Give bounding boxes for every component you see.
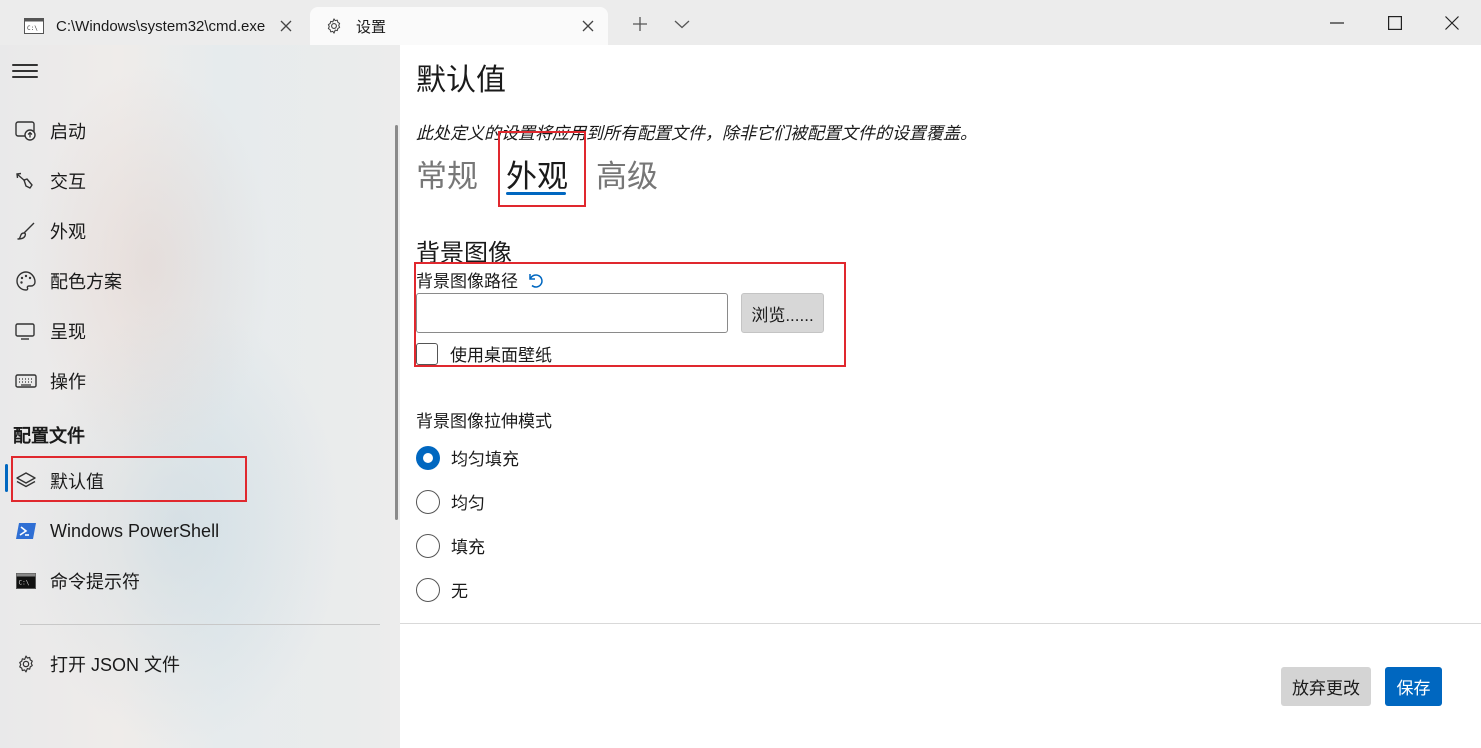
- close-icon[interactable]: [276, 16, 296, 36]
- hamburger-menu-icon[interactable]: [12, 61, 38, 81]
- sidebar-item-label: 命令提示符: [50, 572, 140, 592]
- sidebar-item-label: 打开 JSON 文件: [50, 655, 181, 675]
- use-desktop-wallpaper-row[interactable]: 使用桌面壁纸: [416, 341, 552, 366]
- sidebar-scrollbar[interactable]: [395, 125, 398, 520]
- stretch-mode-label: 背景图像拉伸模式: [416, 412, 552, 431]
- sidebar-item-startup[interactable]: 启动: [8, 111, 388, 151]
- radio-none[interactable]: 无: [416, 577, 468, 602]
- sidebar-item-label: 外观: [50, 222, 86, 242]
- tab-cmd[interactable]: C:\ C:\Windows\system32\cmd.exe: [8, 7, 306, 45]
- field-label-text: 背景图像路径: [416, 272, 518, 291]
- minimize-icon: [1330, 21, 1344, 24]
- new-tab-button[interactable]: [622, 8, 658, 40]
- gear-icon: [324, 17, 344, 35]
- monitor-icon: [14, 319, 38, 343]
- radio-button[interactable]: [416, 577, 440, 602]
- maximize-icon: [1388, 15, 1402, 30]
- palette-icon: [14, 269, 38, 293]
- background-image-path-input[interactable]: [416, 293, 728, 333]
- sidebar-item-actions[interactable]: 操作: [8, 361, 388, 401]
- page-description: 此处定义的设置将应用到所有配置文件，除非它们被配置文件的设置覆盖。: [416, 124, 977, 143]
- maximize-button[interactable]: [1366, 0, 1424, 45]
- radio-label: 均匀填充: [451, 450, 519, 469]
- plus-icon: [633, 17, 647, 31]
- cmd-icon: C:\: [14, 569, 38, 593]
- sidebar-item-command-prompt[interactable]: C:\ 命令提示符: [8, 561, 388, 601]
- sidebar-item-label: Windows PowerShell: [50, 520, 220, 541]
- radio-fill[interactable]: 填充: [416, 533, 485, 558]
- sidebar-item-interaction[interactable]: 交互: [8, 161, 388, 201]
- active-tab-indicator: [506, 192, 566, 195]
- background-image-path-label: 背景图像路径: [416, 267, 544, 292]
- sidebar-item-color-schemes[interactable]: 配色方案: [8, 261, 388, 301]
- tab-general[interactable]: 常规: [416, 151, 478, 196]
- tab-title: 设置: [356, 18, 387, 36]
- radio-uniform-to-fill[interactable]: 均匀填充: [416, 445, 519, 470]
- chevron-down-icon: [674, 20, 690, 29]
- minimize-button[interactable]: [1308, 0, 1366, 45]
- use-desktop-wallpaper-checkbox[interactable]: [416, 342, 438, 365]
- sidebar-item-label: 呈现: [50, 322, 86, 342]
- radio-label: 填充: [451, 538, 485, 557]
- title-bar: C:\ C:\Windows\system32\cmd.exe 设置: [0, 0, 1481, 45]
- tab-appearance[interactable]: 外观: [506, 151, 568, 196]
- sidebar-item-defaults[interactable]: 默认值: [8, 461, 388, 501]
- radio-label: 无: [451, 582, 468, 601]
- window-close-button[interactable]: [1423, 0, 1481, 45]
- radio-button[interactable]: [416, 489, 440, 514]
- brush-icon: [14, 219, 38, 243]
- sidebar-item-label: 交互: [50, 172, 86, 192]
- sidebar-divider: [20, 624, 380, 625]
- section-title: 背景图像: [416, 240, 512, 267]
- powershell-icon: [14, 519, 38, 543]
- tab-settings[interactable]: 设置: [310, 7, 608, 45]
- sidebar-item-label: 配色方案: [50, 272, 122, 292]
- open-json-file-button[interactable]: 打开 JSON 文件: [8, 644, 388, 684]
- reset-icon[interactable]: [526, 271, 544, 289]
- browse-button[interactable]: 浏览......: [741, 293, 824, 333]
- sidebar-item-label: 启动: [50, 122, 86, 142]
- radio-label: 均匀: [451, 494, 485, 513]
- footer-divider: [400, 623, 1481, 624]
- keyboard-icon: [14, 369, 38, 393]
- svg-text:C:\: C:\: [19, 580, 30, 587]
- close-icon[interactable]: [578, 16, 598, 36]
- layers-icon: [14, 469, 38, 493]
- gear-icon: [14, 652, 38, 676]
- checkbox-label: 使用桌面壁纸: [450, 346, 552, 365]
- cmd-icon: C:\: [24, 17, 44, 35]
- close-icon: [1445, 15, 1459, 30]
- sidebar-item-appearance[interactable]: 外观: [8, 211, 388, 251]
- radio-uniform[interactable]: 均匀: [416, 489, 485, 514]
- sidebar-item-windows-powershell[interactable]: Windows PowerShell: [8, 511, 388, 551]
- svg-text:C:\: C:\: [27, 25, 38, 32]
- sidebar-item-label: 默认值: [50, 472, 104, 492]
- main-content: 默认值 此处定义的设置将应用到所有配置文件，除非它们被配置文件的设置覆盖。 常规…: [400, 45, 1481, 748]
- tab-title: C:\Windows\system32\cmd.exe: [56, 17, 266, 35]
- page-title: 默认值: [416, 64, 506, 97]
- tab-advanced[interactable]: 高级: [596, 151, 658, 196]
- startup-icon: [14, 119, 38, 143]
- radio-button[interactable]: [416, 533, 440, 558]
- sidebar: 启动 交互 外观 配色方案 呈现 操作 配置文件 默认值 Windows Pow…: [0, 45, 400, 748]
- sidebar-item-rendering[interactable]: 呈现: [8, 311, 388, 351]
- sidebar-item-label: 操作: [50, 372, 86, 392]
- radio-button-selected[interactable]: [416, 445, 440, 470]
- save-button[interactable]: 保存: [1385, 667, 1442, 706]
- interaction-icon: [14, 169, 38, 193]
- discard-changes-button[interactable]: 放弃更改: [1281, 667, 1371, 706]
- profiles-section-header: 配置文件: [13, 426, 85, 446]
- tab-dropdown-button[interactable]: [664, 8, 700, 40]
